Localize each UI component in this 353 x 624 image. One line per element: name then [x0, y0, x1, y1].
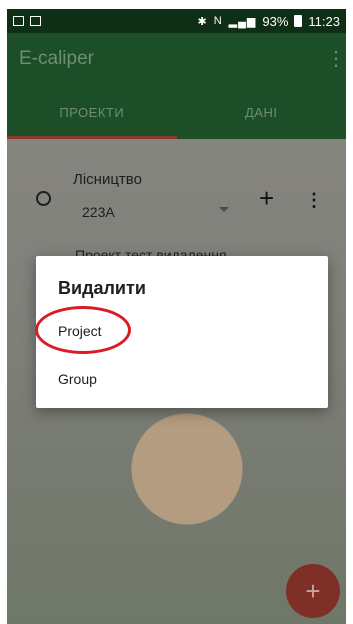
- status-left-icons: [13, 16, 41, 26]
- app-toolbar: E-caliper ⋮: [7, 33, 346, 85]
- nfc-icon: N: [213, 15, 223, 27]
- dialog-title: Видалити: [58, 278, 146, 298]
- tab-projects-label: ПРОЕКТИ: [59, 104, 125, 120]
- highlight-circle: [35, 306, 131, 354]
- overflow-menu-icon[interactable]: ⋮: [326, 49, 346, 69]
- status-right: ✱ N ▂▄▆ 93% 11:23: [198, 14, 341, 29]
- bluetooth-icon: ✱: [197, 15, 208, 28]
- plus-icon: +: [305, 575, 321, 606]
- tab-data-label: ДАНІ: [245, 104, 278, 120]
- forestry-code[interactable]: 223А: [82, 204, 115, 220]
- project-radio[interactable]: [36, 191, 51, 206]
- clock: 11:23: [308, 13, 340, 29]
- forestry-label: Лісництво: [73, 171, 142, 188]
- tab-bar: ПРОЕКТИ ДАНІ: [7, 85, 346, 139]
- more-vert-icon[interactable]: ⋮: [305, 191, 323, 209]
- battery-percent: 93%: [262, 13, 289, 29]
- notification-icon: [30, 16, 41, 26]
- project-row[interactable]: Лісництво 223А + ⋮: [7, 149, 346, 229]
- status-bar: ✱ N ▂▄▆ 93% 11:23: [7, 9, 346, 33]
- app-title: E-caliper: [19, 48, 94, 69]
- battery-icon: [294, 15, 303, 27]
- delete-group-option[interactable]: Group: [58, 371, 97, 387]
- screenshot-icon: [13, 16, 24, 26]
- tab-data[interactable]: ДАНІ: [177, 85, 347, 139]
- delete-dialog: Видалити Project Group: [35, 256, 328, 408]
- tab-projects[interactable]: ПРОЕКТИ: [7, 85, 177, 139]
- add-icon[interactable]: +: [259, 185, 274, 211]
- add-fab-button[interactable]: +: [286, 564, 340, 618]
- signal-icon: ▂▄▆: [228, 15, 257, 28]
- chevron-down-icon[interactable]: [219, 207, 229, 212]
